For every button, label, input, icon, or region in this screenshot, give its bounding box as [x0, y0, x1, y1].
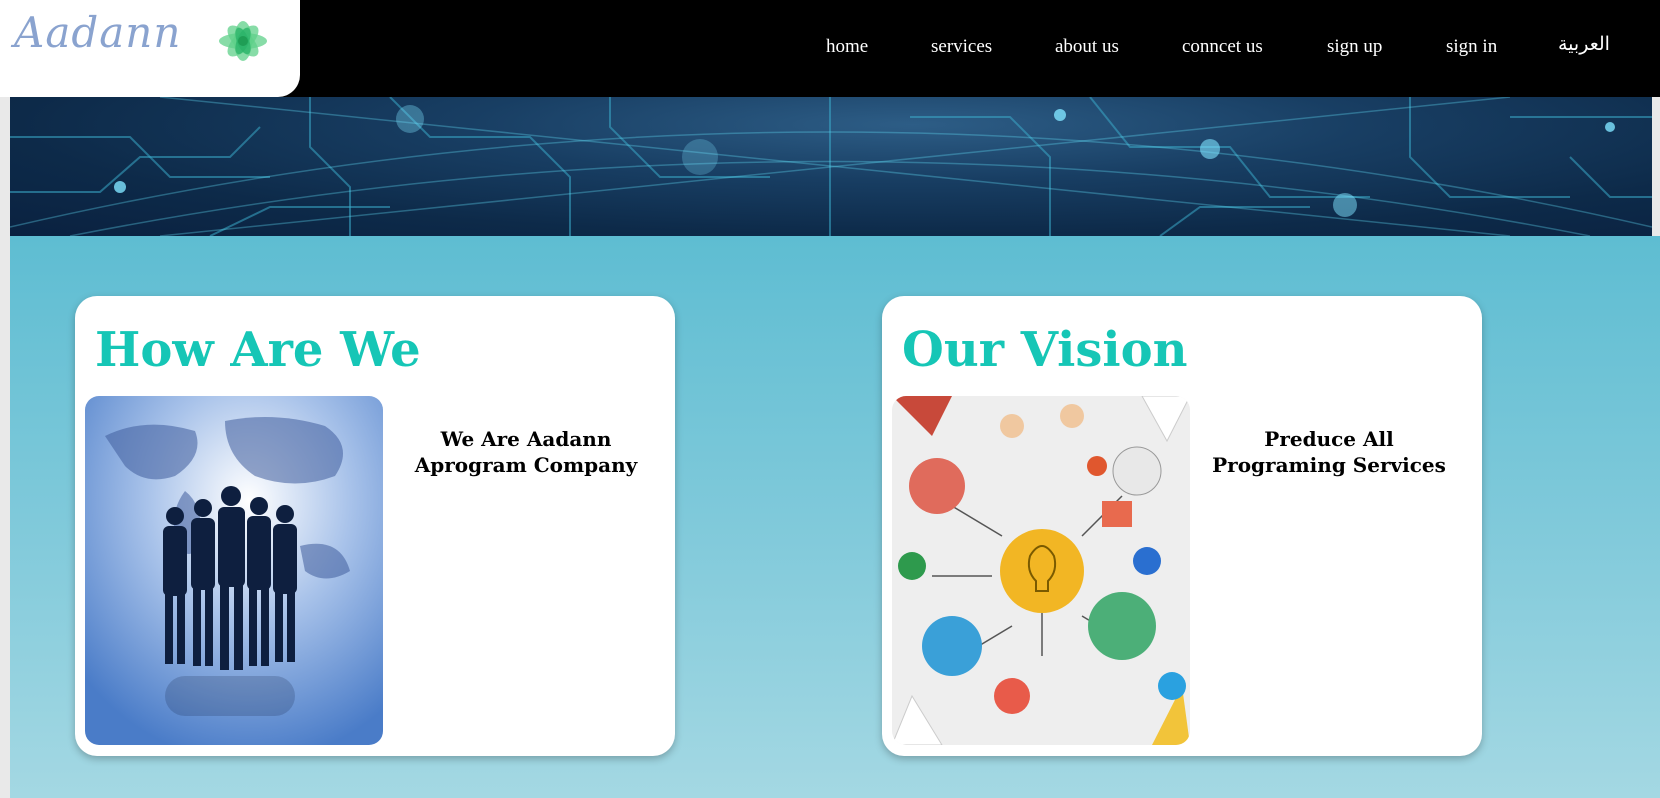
- card-description: Preduce All Programing Services: [1212, 427, 1446, 477]
- nav-arabic-language-link[interactable]: العربية: [1558, 33, 1610, 56]
- circuit-board-background: [10, 97, 1652, 236]
- vision-brainstorm-image: [892, 396, 1190, 745]
- card-our-vision: Our Vision Preduce All Programing Servic…: [882, 296, 1482, 756]
- nav-contact-link[interactable]: conncet us: [1182, 36, 1263, 58]
- business-team-image: [85, 396, 383, 745]
- nav-about-link[interactable]: about us: [1055, 36, 1119, 58]
- nav-services-link[interactable]: services: [931, 36, 992, 58]
- nav-home-link[interactable]: home: [826, 36, 868, 58]
- card-how-are-we: How Are We We Are Aadann Aprogram Compan…: [75, 296, 675, 756]
- top-navbar: Aadann home services about us conncet us…: [0, 0, 1660, 97]
- card-title: Our Vision: [902, 322, 1188, 378]
- nav-signin-link[interactable]: sign in: [1446, 36, 1497, 58]
- nav-signup-link[interactable]: sign up: [1327, 36, 1382, 58]
- card-title: How Are We: [95, 322, 421, 378]
- main-content: How Are We We Are Aadann Aprogram Compan…: [10, 236, 1660, 798]
- hero-banner: [10, 97, 1652, 236]
- main-nav: home services about us conncet us sign u…: [0, 33, 1660, 66]
- card-description: We Are Aadann Aprogram Company: [414, 427, 638, 477]
